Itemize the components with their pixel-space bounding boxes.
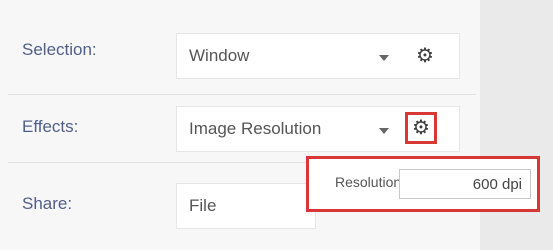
effects-value: Image Resolution <box>189 119 322 138</box>
chevron-down-icon <box>379 128 389 134</box>
side-strip <box>480 0 553 250</box>
resolution-popup: Resolution: <box>306 156 540 212</box>
gear-highlight <box>405 112 437 144</box>
selection-value: Window <box>189 46 250 65</box>
selection-label: Selection: <box>22 40 97 59</box>
selection-gear-icon[interactable]: ⚙ <box>416 46 434 66</box>
row-divider <box>8 94 476 95</box>
chevron-down-icon <box>379 55 389 61</box>
share-value: File <box>189 196 217 215</box>
share-dropdown[interactable]: File <box>176 183 316 229</box>
effects-label: Effects: <box>22 117 79 136</box>
resolution-input[interactable] <box>399 169 531 199</box>
resolution-label: Resolution: <box>335 174 406 190</box>
share-label: Share: <box>22 194 73 213</box>
